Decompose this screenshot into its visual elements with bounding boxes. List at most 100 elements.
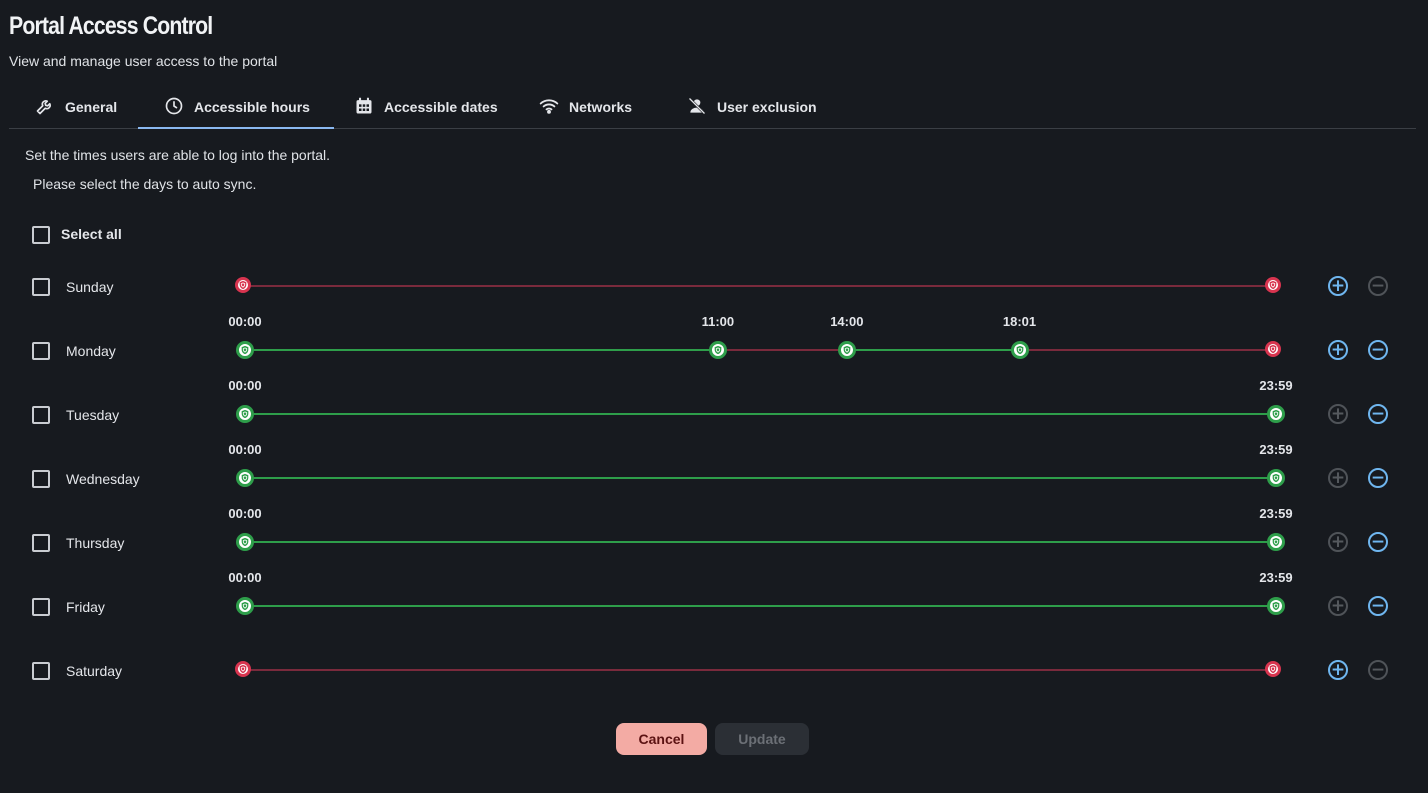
time-handle[interactable] (236, 469, 254, 487)
time-label: 23:59 (1259, 506, 1293, 521)
remove-range-button[interactable]: − (1368, 468, 1388, 488)
clock-icon (164, 96, 184, 119)
minus-icon: − (1370, 659, 1386, 680)
remove-range-button[interactable]: − (1368, 404, 1388, 424)
day-label-sunday: Sunday (66, 279, 114, 295)
remove-range-button[interactable]: − (1368, 276, 1388, 296)
end-handle[interactable] (1265, 277, 1281, 293)
tab-label: Accessible dates (384, 99, 498, 115)
calendar-icon (354, 96, 374, 119)
add-range-button[interactable]: + (1328, 660, 1348, 680)
day-label-saturday: Saturday (66, 663, 123, 679)
day-checkbox-monday[interactable] (32, 342, 50, 360)
time-handle[interactable] (1267, 469, 1285, 487)
add-range-button[interactable]: + (1328, 532, 1348, 552)
day-checkbox-sunday[interactable] (32, 278, 50, 296)
time-handle[interactable] (236, 341, 254, 359)
minus-icon: − (1370, 275, 1386, 296)
minus-icon: − (1370, 531, 1386, 552)
track-segment-denied (243, 669, 1273, 671)
tab-user-exclusion[interactable]: User exclusion (687, 86, 817, 128)
minus-icon: − (1370, 403, 1386, 424)
time-label: 00:00 (228, 506, 262, 521)
end-handle[interactable] (1265, 341, 1281, 357)
minus-icon: − (1370, 339, 1386, 360)
tab-label: User exclusion (717, 99, 817, 115)
cancel-button[interactable]: Cancel (616, 723, 707, 755)
time-handle[interactable] (1267, 597, 1285, 615)
time-label: 00:00 (228, 442, 262, 457)
add-range-button[interactable]: + (1328, 596, 1348, 616)
tab-accessible-hours[interactable]: Accessible hours (138, 86, 334, 129)
track-segment-denied (717, 349, 847, 351)
plus-icon: + (1330, 595, 1346, 616)
time-handle[interactable] (1267, 405, 1285, 423)
add-range-button[interactable]: + (1328, 404, 1348, 424)
time-label: 11:00 (701, 314, 735, 329)
track-segment-allowed (245, 541, 1276, 543)
tab-label: Networks (569, 99, 633, 115)
page-title: Portal Access Control (9, 12, 213, 40)
plus-icon: + (1330, 275, 1346, 296)
remove-range-button[interactable]: − (1368, 340, 1388, 360)
day-checkbox-wednesday[interactable] (32, 470, 50, 488)
track-segment-allowed (846, 349, 1020, 351)
page-subtitle: View and manage user access to the porta… (9, 53, 278, 69)
time-handle[interactable] (1010, 341, 1029, 359)
time-label: 00:00 (228, 314, 262, 329)
day-checkbox-tuesday[interactable] (32, 406, 50, 424)
add-range-button[interactable]: + (1328, 340, 1348, 360)
plus-icon: + (1330, 403, 1346, 424)
add-range-button[interactable]: + (1328, 276, 1348, 296)
tab-general[interactable]: General (35, 86, 117, 128)
tab-label: Accessible hours (194, 99, 310, 115)
time-handle[interactable] (1267, 533, 1285, 551)
plus-icon: + (1330, 467, 1346, 488)
tab-accessible-dates[interactable]: Accessible dates (354, 86, 498, 128)
update-button[interactable]: Update (715, 723, 809, 755)
time-handle[interactable] (236, 597, 254, 615)
time-label: 14:00 (830, 314, 864, 329)
track-segment-allowed (245, 605, 1276, 607)
time-handle[interactable] (837, 341, 856, 359)
time-handle[interactable] (708, 341, 727, 359)
start-handle[interactable] (235, 661, 251, 677)
plus-icon: + (1330, 659, 1346, 680)
day-label-monday: Monday (66, 343, 116, 359)
time-handle[interactable] (236, 533, 254, 551)
description: Set the times users are able to log into… (25, 147, 331, 163)
day-label-friday: Friday (66, 599, 105, 615)
remove-range-button[interactable]: − (1368, 660, 1388, 680)
start-handle[interactable] (235, 277, 251, 293)
user-exclusion-icon (687, 96, 707, 119)
track-segment-allowed (245, 349, 718, 351)
minus-icon: − (1370, 595, 1386, 616)
track-segment-denied (1019, 349, 1273, 351)
wrench-icon (35, 96, 55, 119)
time-handle[interactable] (236, 405, 254, 423)
plus-icon: + (1330, 339, 1346, 360)
tab-networks[interactable]: Networks (539, 86, 632, 128)
track-segment-denied (243, 285, 1273, 287)
time-label: 00:00 (228, 570, 262, 585)
day-checkbox-friday[interactable] (32, 598, 50, 616)
day-label-thursday: Thursday (66, 535, 125, 551)
tab-label: General (65, 99, 118, 115)
remove-range-button[interactable]: − (1368, 596, 1388, 616)
end-handle[interactable] (1265, 661, 1281, 677)
wifi-icon (539, 96, 559, 119)
day-checkbox-thursday[interactable] (32, 534, 50, 552)
time-label: 18:01 (1002, 314, 1037, 329)
remove-range-button[interactable]: − (1368, 532, 1388, 552)
time-label: 23:59 (1259, 442, 1293, 457)
select-all-checkbox[interactable] (32, 226, 50, 244)
time-label: 00:00 (228, 378, 262, 393)
track-segment-allowed (245, 477, 1276, 479)
plus-icon: + (1330, 531, 1346, 552)
track-segment-allowed (245, 413, 1276, 415)
tab-bar: General Accessible hours Accessible date… (9, 86, 1416, 129)
day-checkbox-saturday[interactable] (32, 662, 50, 680)
sync-prompt: Please select the days to auto sync. (33, 176, 257, 192)
add-range-button[interactable]: + (1328, 468, 1348, 488)
time-label: 23:59 (1259, 570, 1293, 585)
